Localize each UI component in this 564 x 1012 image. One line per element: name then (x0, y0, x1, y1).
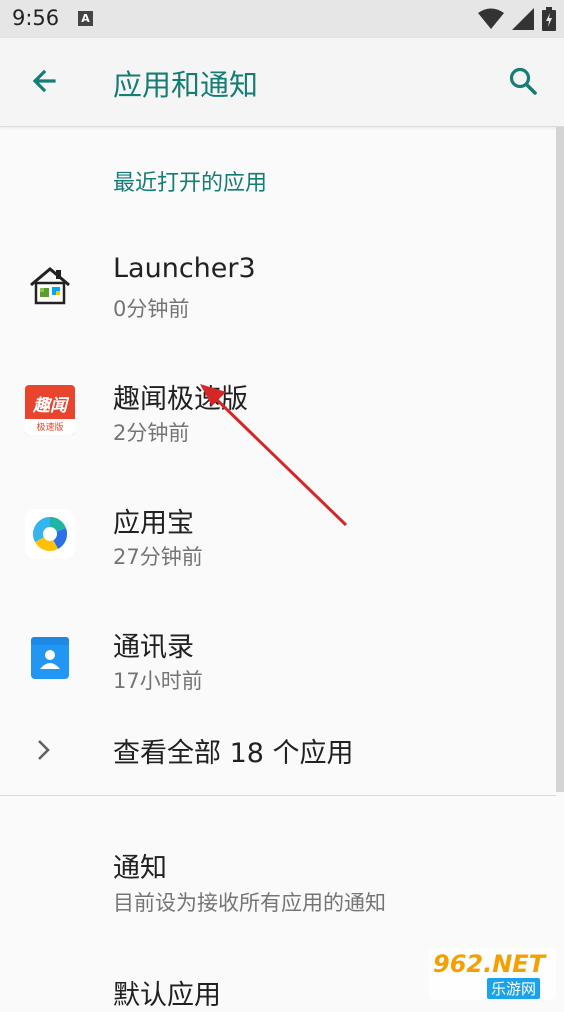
app-name: 应用宝 (113, 508, 194, 539)
status-bar: 9:56 A (0, 0, 564, 38)
signal-icon (512, 8, 534, 30)
app-bar: 应用和通知 (0, 38, 564, 127)
search-button[interactable] (502, 60, 546, 104)
watermark-logo-text: 962.NET (433, 950, 546, 978)
app-last-used: 17小时前 (113, 669, 203, 693)
see-all-apps-button[interactable]: 查看全部 18 个应用 (0, 707, 556, 795)
app-last-used: 2分钟前 (113, 421, 190, 445)
notification-a-icon: A (78, 11, 93, 26)
recent-app-quwen[interactable]: 趣闻 极速版 趣闻极速版 2分钟前 (0, 347, 556, 469)
see-all-apps-label: 查看全部 18 个应用 (113, 738, 354, 769)
quwen-icon-subtext: 极速版 (36, 423, 64, 433)
app-last-used: 0分钟前 (113, 297, 190, 321)
recent-app-contacts[interactable]: 通讯录 17小时前 (0, 595, 556, 717)
watermark-subtext: 乐游网 (487, 978, 541, 999)
recent-app-launcher3[interactable]: Launcher3 0分钟前 (0, 223, 556, 345)
page-title: 应用和通知 (113, 68, 259, 102)
chevron-right-icon (38, 740, 50, 760)
app-last-used: 27分钟前 (113, 545, 203, 569)
contacts-icon (25, 633, 75, 683)
status-icons (478, 7, 556, 31)
yingyongbao-icon (25, 509, 75, 559)
quwen-icon: 趣闻 极速版 (25, 385, 75, 435)
setting-summary: 目前设为接收所有应用的通知 (113, 891, 386, 915)
back-button[interactable] (24, 62, 64, 102)
battery-icon (542, 7, 556, 31)
recent-app-yingyongbao[interactable]: 应用宝 27分钟前 (0, 471, 556, 593)
notifications-setting[interactable]: 通知 目前设为接收所有应用的通知 (0, 796, 556, 916)
quwen-icon-text: 趣闻 (33, 396, 67, 416)
scrollbar[interactable] (556, 127, 564, 792)
status-time: 9:56 (12, 6, 60, 30)
app-name: 通讯录 (113, 632, 194, 663)
app-name: 趣闻极速版 (113, 384, 248, 415)
wifi-icon (478, 8, 504, 29)
setting-title: 默认应用 (113, 980, 221, 1011)
launcher3-icon (25, 261, 75, 311)
setting-title: 通知 (113, 853, 167, 884)
recent-apps-header: 最近打开的应用 (113, 171, 268, 196)
site-watermark: 962.NET 乐游网 (425, 946, 560, 1002)
search-icon (509, 67, 537, 95)
arrow-back-icon (32, 69, 56, 93)
app-name: Launcher3 (113, 253, 256, 284)
